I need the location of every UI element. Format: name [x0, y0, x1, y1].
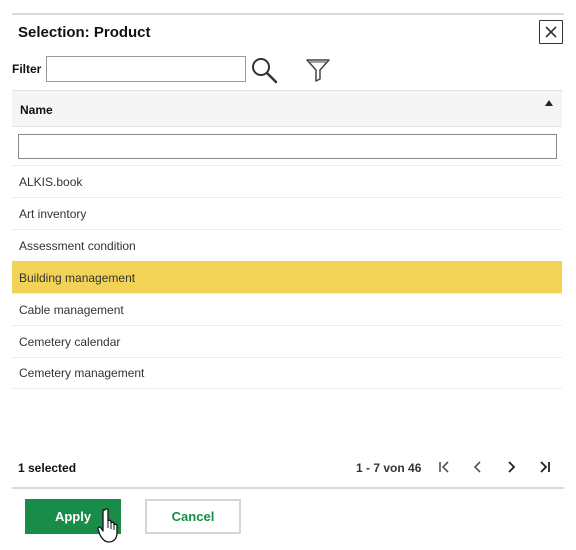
last-page-icon[interactable] — [536, 458, 554, 476]
close-button[interactable] — [539, 20, 563, 44]
sort-ascending-icon[interactable] — [544, 99, 554, 107]
filter-label: Filter — [12, 62, 42, 76]
list-item[interactable]: Cemetery management — [12, 357, 562, 389]
cancel-button[interactable]: Cancel — [145, 499, 241, 534]
search-icon[interactable] — [250, 56, 278, 84]
top-divider — [12, 13, 564, 15]
list-item-selected[interactable]: Building management — [12, 261, 562, 293]
column-header-name[interactable]: Name — [20, 103, 53, 117]
list-item[interactable]: Cemetery calendar — [12, 325, 562, 357]
list-item[interactable]: Cable management — [12, 293, 562, 325]
filter-input[interactable] — [46, 56, 246, 82]
list-item[interactable]: Art inventory — [12, 197, 562, 229]
grid-header: Name — [12, 90, 562, 127]
next-page-icon[interactable] — [502, 458, 520, 476]
bottom-divider — [12, 487, 564, 489]
apply-button[interactable]: Apply — [25, 499, 121, 534]
list-item[interactable]: Assessment condition — [12, 229, 562, 261]
selected-count: 1 selected — [18, 461, 77, 475]
close-icon — [545, 26, 557, 38]
dialog-title: Selection: Product — [18, 24, 151, 41]
page-range: 1 - 7 von 46 — [356, 461, 422, 475]
product-list: ALKIS.book Art inventory Assessment cond… — [12, 165, 562, 389]
column-filter-input[interactable] — [18, 134, 557, 159]
list-item[interactable]: ALKIS.book — [12, 165, 562, 197]
first-page-icon[interactable] — [435, 458, 453, 476]
previous-page-icon[interactable] — [469, 458, 487, 476]
funnel-icon[interactable] — [304, 56, 332, 84]
